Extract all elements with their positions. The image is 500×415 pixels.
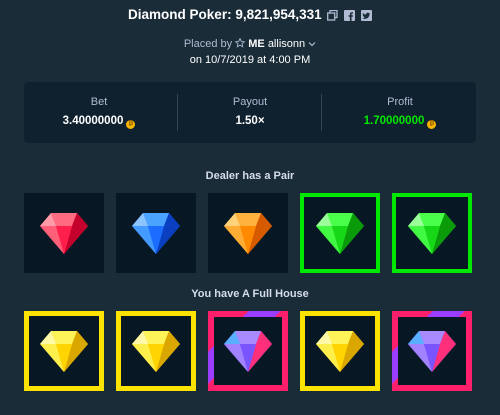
gem-card bbox=[24, 311, 104, 391]
bet-date: on 10/7/2019 at 4:00 PM bbox=[189, 54, 311, 66]
gem-card bbox=[208, 193, 288, 273]
gem-card bbox=[392, 193, 472, 273]
username-link[interactable]: allisonn bbox=[268, 38, 316, 50]
profit-stat: Profit 1.70000000 ₿ bbox=[325, 82, 475, 143]
bet-value: 3.40000000 bbox=[62, 115, 124, 127]
user-badge: ME bbox=[248, 38, 265, 50]
page-title: Diamond Poker: 9,821,954,331 bbox=[128, 7, 322, 22]
username: allisonn bbox=[267, 38, 306, 50]
facebook-icon[interactable] bbox=[344, 9, 356, 24]
gem-card bbox=[392, 311, 472, 391]
profit-value: 1.70000000 bbox=[363, 115, 425, 127]
profit-label: Profit bbox=[387, 96, 413, 108]
twitter-icon[interactable] bbox=[360, 9, 372, 24]
coin-icon: ₿ bbox=[427, 120, 437, 129]
bet-label: Bet bbox=[90, 96, 108, 108]
gem-card bbox=[208, 311, 288, 391]
bet-stat: Bet 3.40000000 ₿ bbox=[24, 82, 174, 143]
chevron-down-icon bbox=[308, 38, 316, 50]
gem-card bbox=[116, 193, 196, 273]
payout-value: 1.50× bbox=[235, 115, 265, 127]
coin-icon: ₿ bbox=[126, 120, 136, 129]
gem-card bbox=[300, 193, 380, 273]
placed-by-label: Placed by bbox=[183, 38, 233, 50]
payout-label: Payout bbox=[232, 96, 268, 108]
gem-card bbox=[116, 311, 196, 391]
player-result-label: You have A Full House bbox=[191, 288, 309, 300]
bet-title: Diamond Poker: 9,821,954,331 bbox=[0, 7, 500, 24]
stats-panel: Bet 3.40000000 ₿ Payout 1.50× Profit 1.70… bbox=[24, 82, 476, 143]
gem-card bbox=[24, 193, 104, 273]
placed-by-line: Placed by ME allisonn bbox=[0, 37, 500, 50]
payout-stat: Payout 1.50× bbox=[175, 82, 325, 143]
bet-amount: 3.40000000 ₿ bbox=[24, 115, 174, 129]
gem-card bbox=[300, 311, 380, 391]
profit-amount: 1.70000000 ₿ bbox=[325, 115, 475, 129]
star-icon bbox=[234, 37, 248, 50]
copy-icon[interactable] bbox=[327, 9, 339, 24]
divider bbox=[321, 94, 322, 131]
dealer-result-label: Dealer has a Pair bbox=[205, 170, 295, 182]
